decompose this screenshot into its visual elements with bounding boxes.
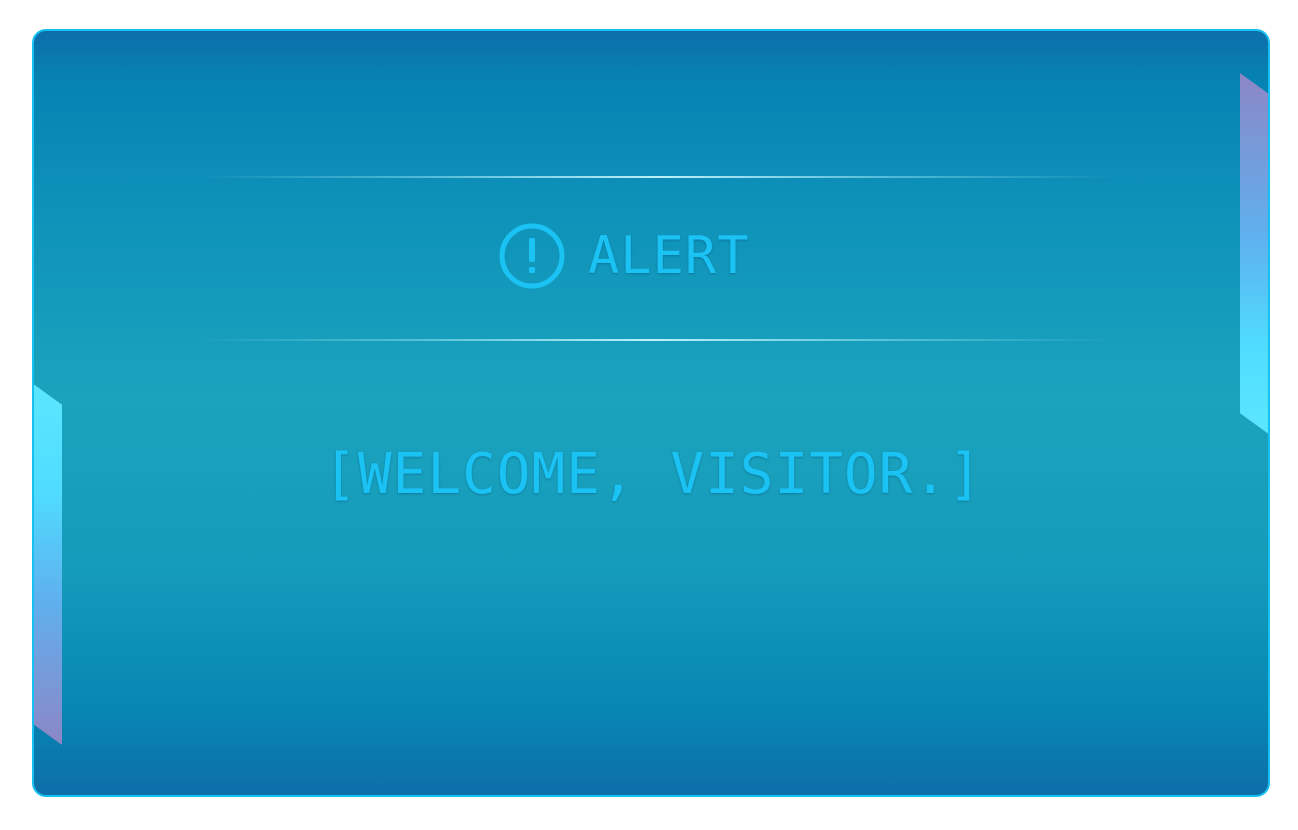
bottom-divider [194,339,1114,341]
exclamation-circle-icon [499,223,565,289]
top-divider [198,176,1118,178]
alert-title: ALERT [588,226,750,286]
alert-panel: ALERT [WELCOME, VISITOR.] [32,29,1270,797]
welcome-message: [WELCOME, VISITOR.] [323,442,983,507]
right-edge-accent [1240,73,1268,435]
left-edge-accent [34,383,62,745]
alert-header: ALERT [498,221,750,291]
